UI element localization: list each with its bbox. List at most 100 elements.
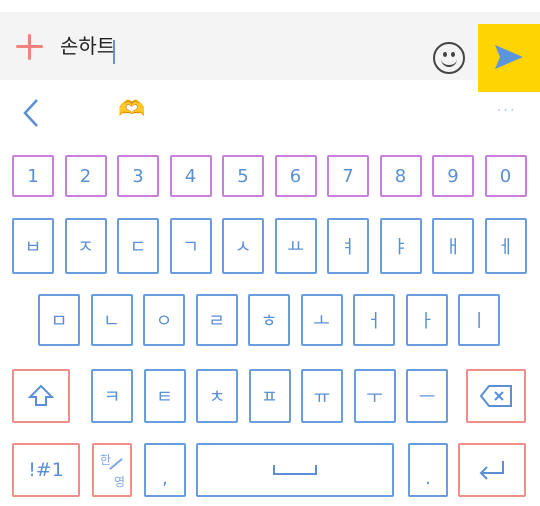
comma-key-label: , [162, 468, 168, 489]
consonant-vowel-key-label: ㅈ [77, 237, 94, 258]
symbols-key-label: !#1 [28, 459, 64, 481]
consonant-vowel-key-label: ㅕ [339, 237, 357, 258]
language-korean-label: 한 [100, 453, 112, 467]
consonant-vowel-key-row2-label: ㄹ [208, 311, 225, 332]
number-key-label: 0 [499, 165, 512, 187]
consonant-vowel-key-1[interactable]: ㅂ [12, 218, 54, 274]
consonant-vowel-key-row3-label: ㅠ [313, 387, 331, 408]
text-caret [113, 40, 115, 64]
heart-hands-icon[interactable]: 🫶 [118, 96, 145, 124]
consonant-vowel-key-row2-label: ㅓ [365, 311, 383, 332]
consonant-vowel-key-row3-7[interactable]: ㅡ [406, 369, 448, 423]
symbols-key[interactable]: !#1 [12, 443, 80, 497]
number-key-label: 6 [289, 165, 302, 187]
consonant-vowel-key-row2-7[interactable]: ㅓ [353, 294, 395, 346]
number-key-2[interactable]: 2 [64, 155, 107, 197]
number-key-label: 1 [27, 165, 39, 187]
space-icon [273, 465, 317, 475]
consonant-vowel-key-row3-label: ㅍ [261, 387, 278, 408]
consonant-vowel-key-row3-label: ㅡ [418, 387, 436, 408]
consonant-vowel-key-row3-5[interactable]: ㅠ [301, 369, 343, 423]
period-key-label: . [425, 468, 431, 489]
consonant-vowel-key-row2-5[interactable]: ㅎ [248, 294, 290, 346]
number-key-label: 3 [132, 165, 144, 187]
backspace-key[interactable] [466, 369, 526, 423]
consonant-vowel-key-row2-3[interactable]: ㅇ [143, 294, 185, 346]
send-icon [495, 45, 523, 69]
number-key-6[interactable]: 6 [274, 155, 317, 197]
enter-icon [479, 461, 504, 480]
emoji-icon[interactable] [433, 42, 465, 74]
consonant-vowel-key-row2-label: ㄴ [103, 311, 120, 332]
consonant-vowel-key-row2-2[interactable]: ㄴ [90, 294, 133, 346]
consonant-vowel-key-label: ㅔ [497, 237, 514, 258]
message-input[interactable]: 손하트 [60, 29, 115, 63]
number-key-label: 9 [447, 165, 459, 187]
consonant-vowel-key-5[interactable]: ㅅ [222, 218, 264, 274]
consonant-vowel-key-6[interactable]: ㅛ [274, 218, 317, 274]
consonant-vowel-key-label: ㅑ [392, 237, 409, 258]
number-key-9[interactable]: 9 [432, 155, 474, 197]
consonant-vowel-key-row3-2[interactable]: ㅌ [143, 369, 186, 423]
consonant-vowel-key-row3-1[interactable]: ㅋ [91, 369, 133, 423]
consonant-vowel-key-row2-8[interactable]: ㅏ [405, 294, 448, 346]
consonant-vowel-key-2[interactable]: ㅈ [64, 218, 107, 274]
consonant-vowel-key-row3-label: ㅜ [366, 387, 383, 408]
consonant-vowel-key-label: ㅅ [234, 237, 252, 258]
consonant-vowel-key-label: ㅐ [444, 237, 462, 258]
language-toggle-key[interactable]: 한 영 [92, 443, 132, 497]
number-key-label: 5 [237, 165, 249, 187]
consonant-vowel-key-row3-label: ㅋ [103, 387, 121, 408]
consonant-vowel-key-row2-label: ㅇ [155, 311, 173, 332]
backspace-icon [479, 385, 512, 407]
consonant-vowel-key-row2-6[interactable]: ㅗ [300, 294, 343, 346]
consonant-vowel-key-label: ㅛ [287, 237, 304, 258]
consonant-vowel-key-label: ㄱ [182, 237, 199, 258]
number-key-4[interactable]: 4 [169, 155, 212, 197]
consonant-vowel-key-row2-label: ㅏ [418, 311, 435, 332]
more-icon[interactable]: ··· [496, 100, 516, 121]
consonant-vowel-key-label: ㅂ [24, 237, 42, 258]
consonant-vowel-key-row2-4[interactable]: ㄹ [195, 294, 238, 346]
number-key-label: 7 [342, 165, 354, 187]
consonant-vowel-key-row3-label: ㅊ [208, 387, 226, 408]
keyboard-toolbar: 🫶 ··· [0, 80, 540, 140]
consonant-vowel-key-8[interactable]: ㅑ [379, 218, 422, 274]
number-key-label: 8 [394, 165, 407, 187]
plus-icon[interactable] [16, 34, 44, 60]
consonant-vowel-key-10[interactable]: ㅔ [484, 218, 527, 274]
consonant-vowel-key-3[interactable]: ㄷ [117, 218, 159, 274]
consonant-vowel-key-row2-label: ㅣ [470, 311, 488, 332]
consonant-vowel-key-row3-3[interactable]: ㅊ [196, 369, 238, 423]
language-slash [109, 458, 123, 470]
number-key-5[interactable]: 5 [222, 155, 264, 197]
consonant-vowel-key-row2-label: ㅗ [313, 311, 330, 332]
consonant-vowel-key-row2-label: ㅁ [50, 311, 68, 332]
number-key-1[interactable]: 1 [12, 155, 54, 197]
number-key-3[interactable]: 3 [117, 155, 159, 197]
consonant-vowel-key-row2-1[interactable]: ㅁ [38, 294, 80, 346]
consonant-vowel-key-4[interactable]: ㄱ [169, 218, 212, 274]
emoji-mouth [441, 56, 457, 67]
number-key-label: 4 [184, 165, 197, 187]
number-key-10[interactable]: 0 [484, 155, 527, 197]
consonant-vowel-key-row3-4[interactable]: ㅍ [248, 369, 291, 423]
consonant-vowel-key-9[interactable]: ㅐ [432, 218, 474, 274]
number-key-8[interactable]: 8 [379, 155, 422, 197]
message-input-bar: 손하트 [0, 12, 540, 92]
number-key-7[interactable]: 7 [327, 155, 369, 197]
consonant-vowel-key-row3-label: ㅌ [156, 387, 173, 408]
consonant-vowel-key-row2-9[interactable]: ㅣ [458, 294, 500, 346]
back-icon[interactable] [22, 98, 40, 128]
number-key-label: 2 [79, 165, 92, 187]
comma-key[interactable]: , [144, 443, 186, 497]
shift-icon [28, 384, 54, 406]
consonant-vowel-key-7[interactable]: ㅕ [327, 218, 369, 274]
consonant-vowel-key-label: ㄷ [129, 237, 147, 258]
language-english-label: 영 [113, 475, 125, 489]
consonant-vowel-key-row3-6[interactable]: ㅜ [353, 369, 396, 423]
space-key[interactable] [196, 443, 394, 497]
period-key[interactable]: . [408, 443, 448, 497]
shift-key[interactable] [12, 369, 70, 423]
enter-key[interactable] [458, 443, 526, 497]
